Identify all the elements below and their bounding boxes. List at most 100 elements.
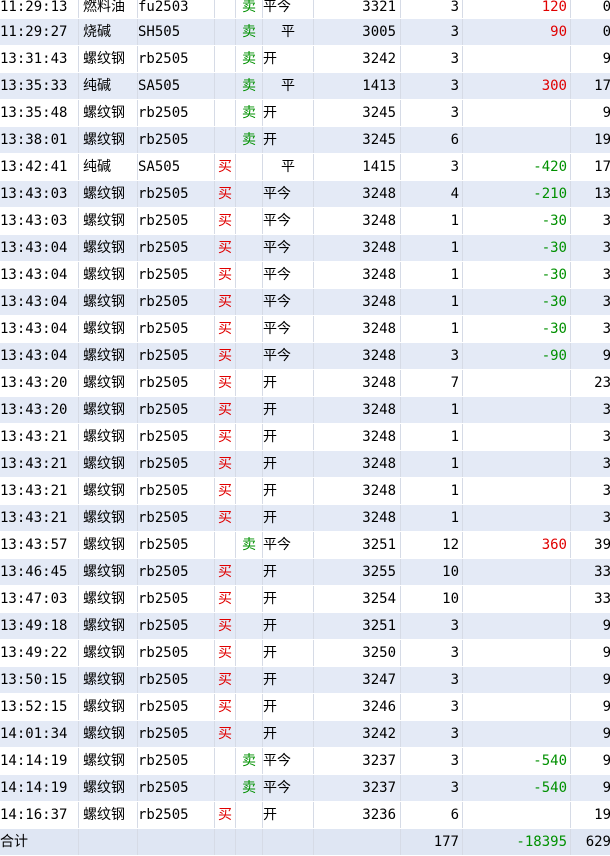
table-row[interactable]: 13:35:33纯碱SA505卖平1413330017: [0, 73, 610, 100]
buy-flag: 买: [215, 640, 236, 667]
instrument-name: 螺纹钢: [79, 370, 138, 397]
table-row[interactable]: 13:43:21螺纹钢rb2505买开324813: [0, 505, 610, 532]
trade-time: 13:49:18: [0, 613, 79, 640]
table-row[interactable]: 13:43:04螺纹钢rb2505买平今32481-303: [0, 235, 610, 262]
table-row[interactable]: 13:43:04螺纹钢rb2505买平今32481-303: [0, 262, 610, 289]
trade-table: 11:29:13燃料油fu2503卖平今33213120011:29:27烧碱S…: [0, 0, 610, 856]
total-fee: 629: [571, 829, 610, 856]
open-close-flag: 平今: [263, 0, 314, 19]
open-close-flag: 开: [263, 721, 314, 748]
table-row[interactable]: 14:14:19螺纹钢rb2505卖平今32373-5409: [0, 775, 610, 802]
buy-flag: 买: [215, 262, 236, 289]
table-row[interactable]: 14:16:37螺纹钢rb2505买开3236619: [0, 802, 610, 829]
open-close-flag: 开: [263, 370, 314, 397]
trade-price: 3237: [314, 748, 401, 775]
open-close-flag: 平今: [263, 532, 314, 559]
table-row[interactable]: 14:14:19螺纹钢rb2505卖平今32373-5409: [0, 748, 610, 775]
instrument-name: 螺纹钢: [79, 559, 138, 586]
table-row[interactable]: 13:43:04螺纹钢rb2505买平今32481-303: [0, 289, 610, 316]
table-row[interactable]: 13:43:20螺纹钢rb2505买开3248723: [0, 370, 610, 397]
sell-flag: 卖: [236, 46, 263, 73]
trade-fee: 3: [571, 235, 610, 262]
table-row[interactable]: 13:49:18螺纹钢rb2505买开325139: [0, 613, 610, 640]
trade-qty: 3: [401, 343, 463, 370]
instrument-code: rb2505: [138, 235, 215, 262]
table-row[interactable]: 13:47:03螺纹钢rb2505买开32541033: [0, 586, 610, 613]
table-row[interactable]: 13:43:04螺纹钢rb2505买平今32483-909: [0, 343, 610, 370]
trade-price: 3248: [314, 424, 401, 451]
close-pnl: -90: [463, 343, 571, 370]
buy-flag: 买: [215, 721, 236, 748]
table-row[interactable]: 13:43:21螺纹钢rb2505买开324813: [0, 478, 610, 505]
sell-flag: [236, 424, 263, 451]
instrument-name: 螺纹钢: [79, 262, 138, 289]
table-row[interactable]: 13:43:03螺纹钢rb2505买平今32484-21013: [0, 181, 610, 208]
trade-fee: 9: [571, 694, 610, 721]
table-row[interactable]: 13:43:20螺纹钢rb2505买开324813: [0, 397, 610, 424]
table-row[interactable]: 13:43:04螺纹钢rb2505买平今32481-303: [0, 316, 610, 343]
open-close-flag: 开: [263, 451, 314, 478]
open-close-flag: 开: [263, 397, 314, 424]
trade-fee: 3: [571, 505, 610, 532]
instrument-name: 螺纹钢: [79, 694, 138, 721]
close-pnl: -210: [463, 181, 571, 208]
trade-qty: 3: [401, 73, 463, 100]
trade-price: 3248: [314, 235, 401, 262]
close-pnl: [463, 802, 571, 829]
total-qty: 177: [401, 829, 463, 856]
instrument-code: rb2505: [138, 694, 215, 721]
table-row[interactable]: 13:49:22螺纹钢rb2505买开325039: [0, 640, 610, 667]
trade-time: 13:49:22: [0, 640, 79, 667]
sell-flag: [236, 343, 263, 370]
table-row[interactable]: 13:43:03螺纹钢rb2505买平今32481-303: [0, 208, 610, 235]
open-close-flag: 平今: [263, 208, 314, 235]
table-row[interactable]: 11:29:27烧碱SH505卖平30053900: [0, 19, 610, 46]
open-close-flag: 开: [263, 667, 314, 694]
sell-flag: [236, 262, 263, 289]
trade-fee: 19: [571, 802, 610, 829]
close-pnl: -30: [463, 289, 571, 316]
table-row[interactable]: 11:29:13燃料油fu2503卖平今332131200: [0, 0, 610, 19]
table-row[interactable]: 13:35:48螺纹钢rb2505卖开324539: [0, 100, 610, 127]
trade-fee: 9: [571, 640, 610, 667]
open-close-flag: 开: [263, 802, 314, 829]
close-pnl: 90: [463, 19, 571, 46]
buy-flag: 买: [215, 181, 236, 208]
table-row[interactable]: 13:52:15螺纹钢rb2505买开324639: [0, 694, 610, 721]
instrument-code: rb2505: [138, 640, 215, 667]
instrument-code: rb2505: [138, 451, 215, 478]
instrument-code: rb2505: [138, 370, 215, 397]
instrument-name: 螺纹钢: [79, 721, 138, 748]
open-close-flag: 平: [263, 73, 314, 100]
trade-qty: 10: [401, 586, 463, 613]
trade-qty: 1: [401, 478, 463, 505]
instrument-name: 燃料油: [79, 0, 138, 19]
table-row[interactable]: 13:46:45螺纹钢rb2505买开32551033: [0, 559, 610, 586]
trade-qty: 1: [401, 451, 463, 478]
close-pnl: 300: [463, 73, 571, 100]
buy-flag: 买: [215, 289, 236, 316]
instrument-name: 螺纹钢: [79, 208, 138, 235]
sell-flag: [236, 613, 263, 640]
table-row[interactable]: 13:42:41纯碱SA505买平14153-42017: [0, 154, 610, 181]
table-row[interactable]: 13:43:21螺纹钢rb2505买开324813: [0, 451, 610, 478]
table-row[interactable]: 13:50:15螺纹钢rb2505买开324739: [0, 667, 610, 694]
trade-time: 11:29:27: [0, 19, 79, 46]
table-row[interactable]: 13:38:01螺纹钢rb2505卖开3245619: [0, 127, 610, 154]
table-row[interactable]: 13:43:21螺纹钢rb2505买开324813: [0, 424, 610, 451]
trade-fee: 3: [571, 451, 610, 478]
table-row[interactable]: 13:43:57螺纹钢rb2505卖平今32511236039: [0, 532, 610, 559]
trade-time: 13:43:04: [0, 262, 79, 289]
sell-flag: [236, 559, 263, 586]
trade-fee: 23: [571, 370, 610, 397]
trade-time: 13:43:03: [0, 208, 79, 235]
instrument-code: rb2505: [138, 478, 215, 505]
trade-qty: 3: [401, 721, 463, 748]
trade-qty: 1: [401, 505, 463, 532]
table-row[interactable]: 13:31:43螺纹钢rb2505卖开324239: [0, 46, 610, 73]
trade-qty: 10: [401, 559, 463, 586]
trade-price: 3246: [314, 694, 401, 721]
buy-flag: 买: [215, 694, 236, 721]
table-row[interactable]: 14:01:34螺纹钢rb2505买开324239: [0, 721, 610, 748]
instrument-code: fu2503: [138, 0, 215, 19]
